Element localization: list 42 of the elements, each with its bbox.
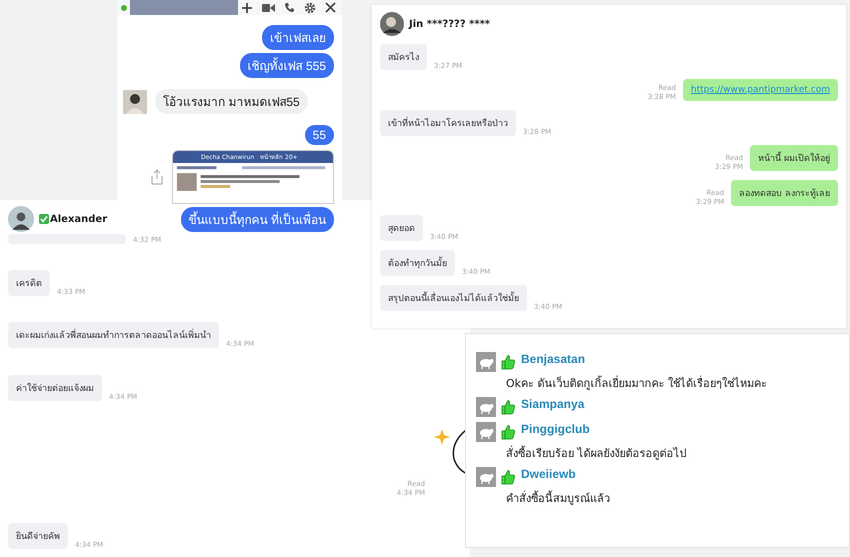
comment-text: คำสั่งซื้อนี้สมบูรณ์แล้ว <box>505 492 610 505</box>
thumbs-up-icon <box>501 469 516 485</box>
comment-text: Okคะ ดันเว็บติดกูเกิ้ลเยี่ยมมากคะ ใช้ได้เรื่อยๆใช่ไหมคะ <box>505 377 768 390</box>
close-icon[interactable] <box>325 2 336 13</box>
thumbs-up-icon <box>501 399 516 415</box>
avatar-icon <box>380 12 404 36</box>
settings-icon[interactable] <box>304 2 316 14</box>
message-bubble: 55 <box>304 125 334 145</box>
add-icon[interactable] <box>241 2 253 14</box>
message-bubble: สรุปตอนนี้เลื่อนเองไม่ได้แล้วใช่มั้ย <box>380 285 527 311</box>
message-bubble: หน้านี้ ผมเปิดให้อยู่ <box>750 145 838 171</box>
message-bubble: เครดิต <box>8 270 50 296</box>
message-bubble: ต้องทำทุกวันมั้ย <box>380 250 455 276</box>
thumbs-up-icon <box>501 354 516 370</box>
contact-name: Alexander <box>50 214 108 224</box>
sheep-avatar-icon <box>476 352 496 372</box>
message-bubble: ยินดีจ่ายคัพ <box>8 522 68 549</box>
message-bubble: โอ้วแรงมาก มาหมดเฟส55 <box>155 89 308 114</box>
link[interactable]: https://www.pantipmarket.com <box>682 79 838 101</box>
message-bubble: เข้าเฟสเลย <box>262 25 334 50</box>
message-bubble: ลองทดสอบ ลงกระทู้เลย <box>731 180 838 206</box>
message-bubble: เชิญทั้งเฟส 555 <box>240 53 334 78</box>
comment-text: สั่งซื้อเรียบร้อย ได้ผลยังงัยต้อรอดูต่อไป <box>505 447 686 460</box>
avatar-icon <box>8 206 34 232</box>
message-bubble: สุดยอด <box>380 215 423 241</box>
commenter-name[interactable]: Pinggigclub <box>521 422 590 436</box>
message-bubble: เข้าที่หน้าไอมาโครเลยหรือป่าว <box>380 110 516 136</box>
sheep-avatar-icon <box>476 397 496 417</box>
message-bubble: สมัครไง <box>380 44 427 70</box>
contact-name: Jin ***???? **** <box>409 18 490 30</box>
video-call-icon[interactable] <box>262 2 275 12</box>
sheep-avatar-icon <box>476 422 496 442</box>
commenter-name[interactable]: Benjasatan <box>521 352 586 366</box>
message-bubble: ค่าใช้จ่ายต่อยแจ้งผม <box>8 374 102 401</box>
commenter-name[interactable]: Siampanya <box>521 397 584 411</box>
thumbs-up-icon <box>501 424 516 440</box>
sheep-avatar-icon <box>476 467 496 487</box>
message-bubble: เดะผมเก่งแล้วพี่สอนผมทำการตลาดออนไลน์เพิ่มนำ <box>8 322 219 348</box>
avatar-icon <box>123 90 147 114</box>
message-bubble: ขึ้นแบบนี้ทุกคน ที่เป็นเพื่อน <box>180 207 334 232</box>
commenter-name[interactable]: Dweiiewb <box>521 467 576 481</box>
phone-icon[interactable] <box>284 2 295 13</box>
